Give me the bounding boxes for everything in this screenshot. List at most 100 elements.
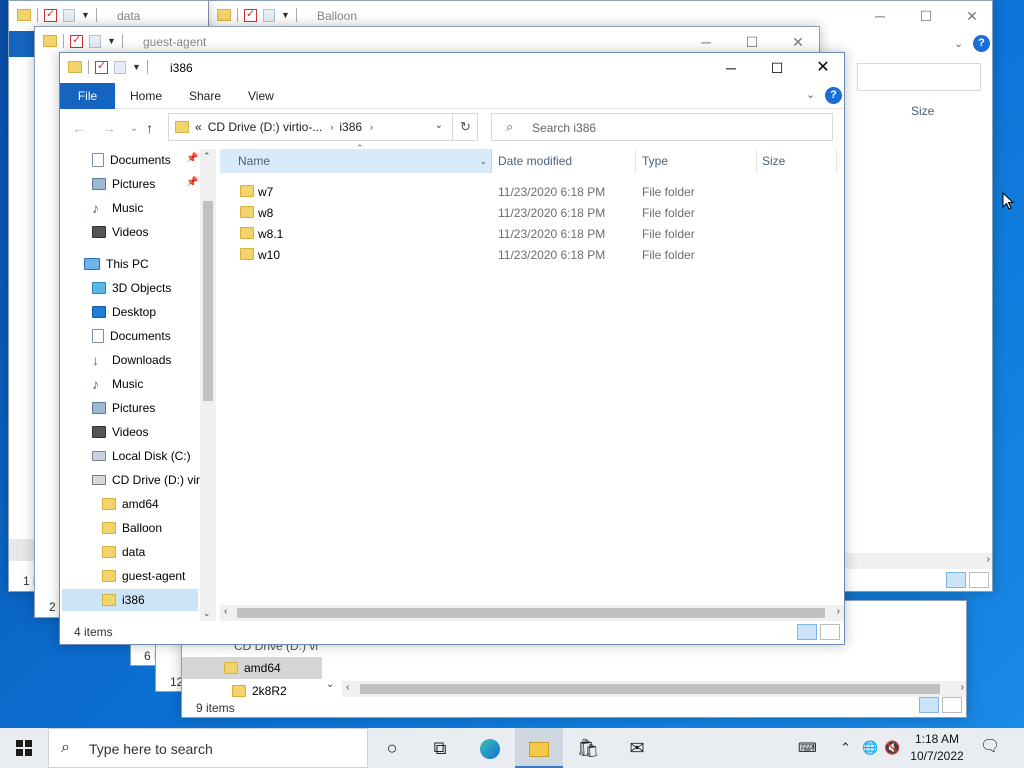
breadcrumb-chevron-icon[interactable]: › [330,122,333,132]
back-arrow-icon[interactable]: ← [72,120,86,136]
taskbar-search-input[interactable]: ⌕ Type here to search [48,728,368,768]
large-icons-view-button[interactable] [942,697,962,713]
column-size[interactable]: Size [762,149,834,173]
column-divider[interactable] [635,149,636,173]
tab-share[interactable]: Share [175,83,235,109]
file-row-w10[interactable]: w10 11/23/2020 6:18 PM File folder [220,244,840,265]
breadcrumb-drive[interactable]: CD Drive (D:) virtio-... [208,120,323,134]
new-folder-icon[interactable] [114,60,126,74]
nav-item-amd64[interactable]: amd64 [182,657,322,679]
pin-icon[interactable]: 📌 [186,153,198,164]
nav-item-2k8r2[interactable]: 2k8R2 [182,681,322,701]
new-folder-icon[interactable] [89,34,101,48]
explorer-window-i386[interactable]: ▼ i386 ─ ☐ ✕ File Home Share View ⌄ ? ← … [59,52,845,645]
nav-item-balloon[interactable]: Balloon [102,517,162,539]
breadcrumb-overflow[interactable]: « [195,120,202,134]
network-icon[interactable]: 🌐 [862,728,878,768]
chevron-down-icon[interactable]: ▼ [132,62,141,72]
details-view-button[interactable] [919,697,939,713]
new-folder-icon[interactable] [263,8,275,22]
nav-item-cd-drive[interactable]: CD Drive (D:) virt [92,469,203,491]
chevron-down-icon[interactable]: ▼ [81,10,90,20]
column-type[interactable]: Type [642,149,752,173]
breadcrumb-chevron-icon[interactable]: › [370,122,373,132]
file-row-w8-1[interactable]: w8.1 11/23/2020 6:18 PM File folder [220,223,840,244]
breadcrumb-i386[interactable]: i386 [339,120,362,134]
scroll-right-icon[interactable]: › [961,682,964,693]
tab-file[interactable]: File [60,83,115,109]
refresh-button[interactable]: ↻ [452,113,478,141]
minimize-button[interactable]: ─ [708,53,754,83]
column-divider[interactable] [756,149,757,173]
help-icon[interactable]: ? [825,87,842,104]
file-row-w7[interactable]: w7 11/23/2020 6:18 PM File folder [220,181,840,202]
cortana-icon[interactable]: ○ [368,728,416,768]
nav-item-documents-quick[interactable]: Documents [92,149,171,171]
scroll-thumb[interactable] [360,684,940,694]
nav-item-music-quick[interactable]: ♪ Music [92,197,143,219]
nav-item-downloads[interactable]: ↓ Downloads [92,349,171,371]
column-divider[interactable] [836,149,837,173]
column-filter-icon[interactable]: ⌄ [479,149,487,173]
up-arrow-icon[interactable]: ↑ [146,120,153,136]
expand-ribbon-icon[interactable]: ⌄ [806,88,815,101]
tab-home[interactable]: Home [116,83,176,109]
properties-icon[interactable] [44,7,57,22]
large-icons-view-button[interactable] [969,572,989,588]
properties-icon[interactable] [70,33,83,48]
chevron-down-icon[interactable]: ▼ [281,10,290,20]
nav-item-videos[interactable]: Videos [92,421,148,443]
forward-arrow-icon[interactable]: → [102,120,116,136]
chevron-down-icon[interactable]: ▼ [107,36,116,46]
scroll-thumb[interactable] [237,608,825,618]
nav-item-videos-quick[interactable]: Videos [92,221,148,243]
mail-icon[interactable]: ✉ [613,728,661,768]
close-button[interactable]: ✕ [800,53,844,83]
navigation-pane[interactable]: Documents 📌 Pictures 📌 ♪ Music Videos Th… [60,149,216,621]
recent-chevron-icon[interactable]: ⌄ [130,123,138,134]
column-date-modified[interactable]: Date modified [498,149,634,173]
close-button[interactable]: ✕ [949,1,992,31]
show-hidden-icons-icon[interactable]: ⌃ [840,728,851,768]
address-bar[interactable]: « CD Drive (D:) virtio-... › i386 › ⌄ [168,113,478,141]
nav-item-guest-agent[interactable]: guest-agent [102,565,185,587]
details-view-button[interactable] [797,624,817,640]
scroll-down-icon[interactable]: ⌄ [326,679,334,690]
details-view-button[interactable] [946,572,966,588]
nav-item-amd64[interactable]: amd64 [102,493,159,515]
scroll-left-icon[interactable]: ‹ [346,682,349,693]
file-explorer-icon[interactable] [515,728,563,768]
address-dropdown-icon[interactable]: ⌄ [435,120,443,131]
nav-item-3d-objects[interactable]: 3D Objects [92,277,171,299]
minimize-button[interactable]: ─ [857,1,903,31]
tab-view[interactable]: View [234,83,288,109]
properties-icon[interactable] [244,7,257,22]
nav-vertical-scrollbar[interactable]: ⌃ ⌄ [200,149,216,621]
nav-item-music[interactable]: ♪ Music [92,373,143,395]
nav-item-data[interactable]: data [102,541,145,563]
properties-icon[interactable] [95,59,108,74]
help-icon[interactable]: ? [973,35,990,52]
large-icons-view-button[interactable] [820,624,840,640]
nav-item-documents[interactable]: Documents [92,325,171,347]
column-size[interactable]: Size [911,104,934,118]
search-input[interactable]: ⌕ Search i386 [491,113,833,141]
input-indicator-icon[interactable]: ⌨ [798,728,817,768]
nav-item-desktop[interactable]: Desktop [92,301,156,323]
scroll-left-icon[interactable]: ‹ [224,606,227,617]
scroll-right-icon[interactable]: › [837,606,840,617]
edge-browser-icon[interactable] [466,728,514,768]
horizontal-scrollbar[interactable]: ‹ › [342,681,966,697]
store-icon[interactable]: 🛍 [564,728,612,768]
pin-icon[interactable]: 📌 [186,177,198,188]
start-button[interactable] [0,728,48,768]
column-name[interactable]: Name ⌄ [220,149,492,173]
chevron-down-icon[interactable]: ⌄ [954,37,963,50]
scroll-right-icon[interactable]: › [987,554,990,565]
nav-item-this-pc[interactable]: This PC [84,253,149,275]
new-folder-icon[interactable] [63,8,75,22]
maximize-button[interactable]: ☐ [754,53,800,83]
nav-item-i386[interactable]: i386 [62,589,198,611]
search-box[interactable] [857,63,981,91]
file-row-w8[interactable]: w8 11/23/2020 6:18 PM File folder [220,202,840,223]
